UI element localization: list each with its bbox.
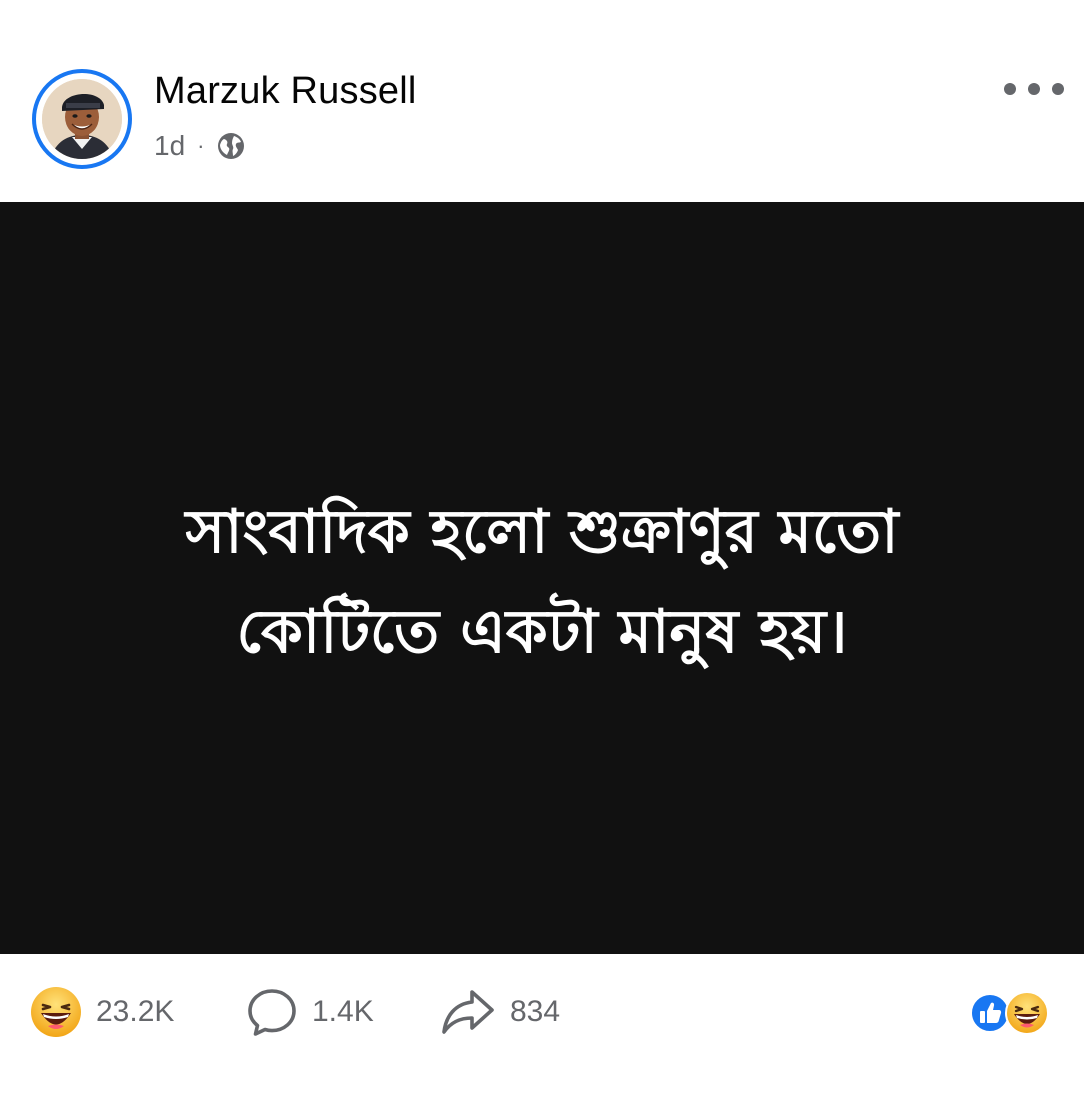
- post-time[interactable]: 1d: [154, 130, 185, 162]
- more-options-button[interactable]: [1004, 76, 1064, 102]
- post-text: সাংবাদিক হলো শুক্রাণুর মতো কোটিতে একটা ম…: [40, 482, 1044, 682]
- more-dot-icon: [1028, 83, 1040, 95]
- post-footer: 23.2K 1.4K 834: [0, 954, 1084, 1108]
- globe-icon[interactable]: [216, 131, 246, 161]
- more-dot-icon: [1004, 83, 1016, 95]
- post-text-line-1: সাংবাদিক হলো শুক্রাণুর মতো: [185, 497, 899, 567]
- share-button[interactable]: 834: [440, 984, 560, 1040]
- react-button[interactable]: 23.2K: [30, 984, 174, 1040]
- comment-button[interactable]: 1.4K: [246, 984, 374, 1040]
- avatar[interactable]: [42, 79, 122, 159]
- post-text-line-2: কোটিতে একটা মানুষ হয়।: [236, 597, 848, 667]
- profile-avatar-icon: [42, 79, 122, 159]
- comment-bubble-icon: [248, 989, 296, 1036]
- more-dot-icon: [1052, 83, 1064, 95]
- haha-emoji-icon: [31, 987, 81, 1037]
- post-meta: 1d ·: [154, 126, 246, 166]
- author-name[interactable]: Marzuk Russell: [154, 70, 417, 113]
- avatar-ring[interactable]: [32, 69, 132, 169]
- reaction-count: 23.2K: [96, 995, 175, 1028]
- post-header: Marzuk Russell 1d ·: [0, 0, 1084, 202]
- comment-count: 1.4K: [312, 995, 374, 1028]
- meta-separator: ·: [197, 133, 205, 158]
- post-content[interactable]: সাংবাদিক হলো শুক্রাণুর মতো কোটিতে একটা ম…: [0, 202, 1084, 954]
- share-arrow-icon: [442, 990, 494, 1034]
- reaction-summary[interactable]: [970, 990, 1056, 1036]
- post-card: Marzuk Russell 1d · সাংবাদিক হলো শুক্রাণ…: [0, 0, 1084, 1108]
- share-count: 834: [510, 995, 561, 1028]
- haha-icon: [1005, 991, 1049, 1035]
